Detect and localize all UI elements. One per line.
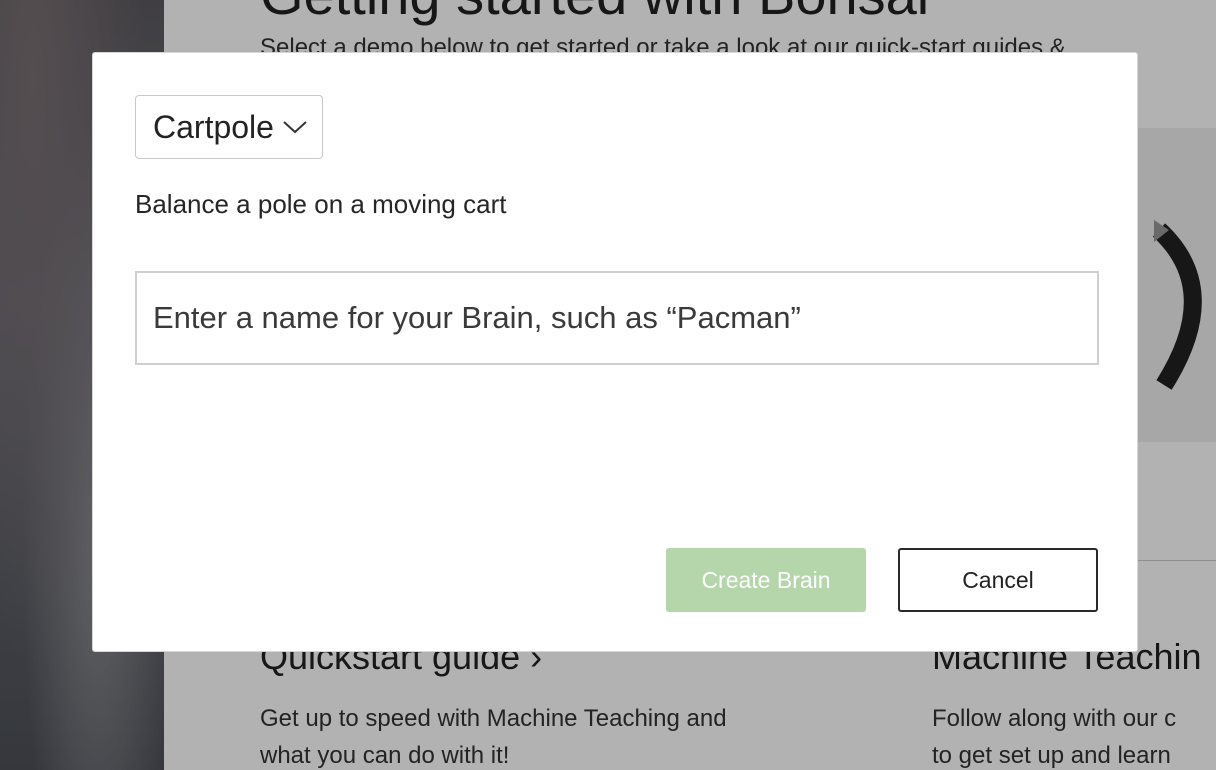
demo-select-value: Cartpole: [153, 108, 274, 145]
app-window: Getting started with Bonsai Select a dem…: [0, 0, 1216, 770]
cancel-button[interactable]: Cancel: [898, 548, 1098, 612]
brain-name-input[interactable]: [135, 271, 1099, 365]
create-brain-button[interactable]: Create Brain: [666, 548, 866, 612]
demo-description: Balance a pole on a moving cart: [135, 189, 507, 219]
demo-select-dropdown[interactable]: Cartpole: [135, 95, 323, 159]
create-brain-dialog: Cartpole Balance a pole on a moving cart…: [92, 52, 1138, 652]
chevron-down-icon: [282, 119, 308, 135]
